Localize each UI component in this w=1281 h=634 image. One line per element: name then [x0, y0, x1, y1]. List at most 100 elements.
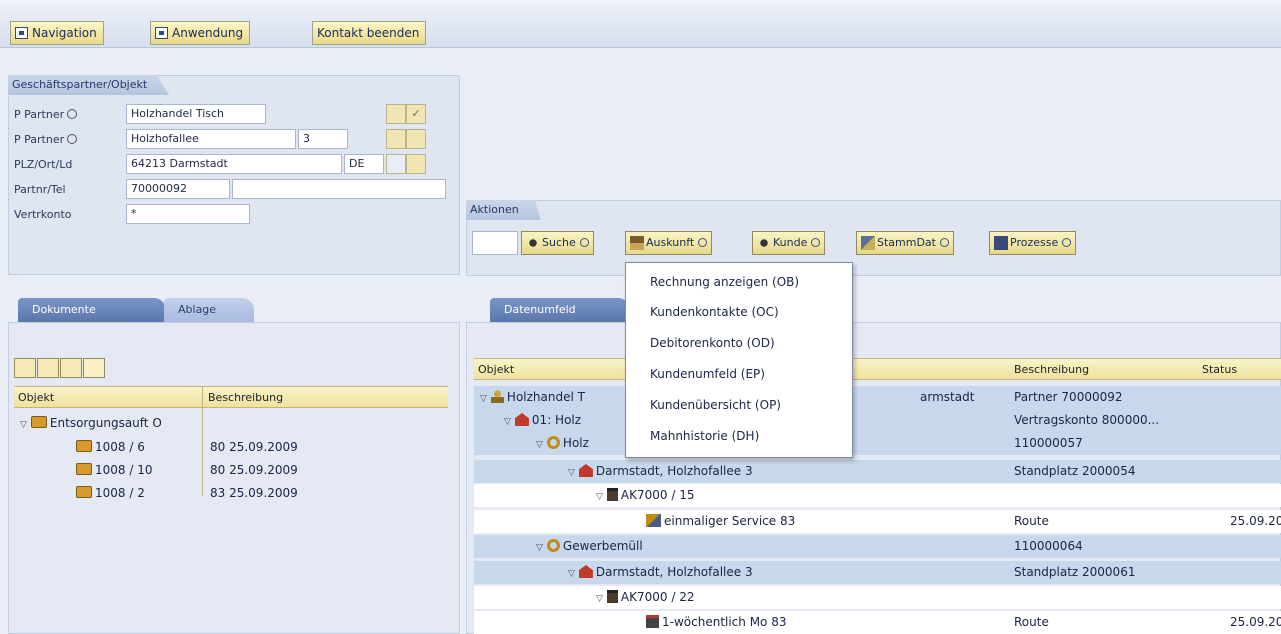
stammdat-button[interactable]: StammDat: [856, 231, 954, 255]
column-beschreibung: Beschreibung: [1014, 363, 1090, 376]
menu-item-debitorenkonto[interactable]: Debitorenkonto (OD): [650, 336, 775, 350]
partner-panel-title: Geschäftspartner/Objekt: [8, 75, 170, 95]
column-objekt: Objekt: [18, 391, 55, 404]
truck-icon: [76, 486, 92, 498]
contract-icon: [546, 539, 560, 552]
table-row[interactable]: 1-wöchentlich Mo 83 Route 25.09.20: [474, 611, 1281, 634]
partner-label: P Partner: [14, 108, 78, 121]
application-icon: [155, 26, 168, 39]
expand-icon[interactable]: ▽: [536, 440, 543, 450]
location-icon: [578, 464, 593, 477]
master-data-icon: [861, 236, 875, 250]
menu-item-kundenumfeld[interactable]: Kundenumfeld (EP): [650, 367, 765, 381]
contract-icon: [546, 436, 560, 449]
process-icon: [994, 236, 1008, 250]
dropdown-icon: [811, 238, 821, 247]
column-beschreibung: Beschreibung: [208, 391, 284, 404]
waste-bin-icon: [606, 590, 618, 603]
anwendung-button[interactable]: Anwendung: [150, 21, 251, 45]
expand-icon[interactable]: ▽: [568, 468, 575, 478]
expand-icon[interactable]: ▽: [536, 543, 543, 553]
edit-icon[interactable]: [386, 129, 406, 149]
expand-icon[interactable]: ▽: [596, 594, 603, 604]
settings-icon[interactable]: [83, 358, 105, 378]
table-row[interactable]: ▽ Darmstadt, Holzhofallee 3 Standplatz 20…: [474, 561, 1281, 584]
house-number-field[interactable]: 3: [298, 129, 348, 149]
partner-name-field[interactable]: Holzhandel Tisch: [126, 104, 266, 124]
tab-dokumente[interactable]: Dokumente: [18, 298, 166, 322]
partner-tel-label: Partnr/Tel: [14, 183, 66, 196]
binoculars-icon: [526, 236, 540, 250]
vertragskonto-field[interactable]: *: [126, 204, 250, 224]
table-row[interactable]: ▽ AK7000 / 15: [474, 484, 1281, 507]
table-row[interactable]: ▽ Holzhandel T armstadt Partner 70000092: [474, 386, 1281, 409]
column-objekt: Objekt: [478, 363, 515, 376]
expand-icon[interactable]: ▽: [480, 394, 487, 404]
expand-icon[interactable]: ▽: [504, 417, 511, 427]
kunde-button[interactable]: Kunde: [752, 231, 826, 255]
auskunft-button[interactable]: Auskunft: [625, 231, 713, 255]
calendar-icon[interactable]: [37, 358, 59, 378]
expand-icon[interactable]: ▽: [20, 420, 27, 430]
partner-street-label: P Partner: [14, 133, 78, 146]
column-status: Status: [1202, 363, 1238, 376]
table-row[interactable]: 1008 / 2 83 25.09.2009: [14, 482, 448, 505]
check-icon[interactable]: ✓: [406, 104, 426, 124]
schedule-icon: [646, 615, 659, 628]
menu-item-mahnhistorie[interactable]: Mahnhistorie (DH): [650, 429, 759, 443]
expand-icon[interactable]: ▽: [596, 492, 603, 502]
tab-ablage[interactable]: Ablage: [164, 298, 254, 322]
prozesse-button[interactable]: Prozesse: [989, 231, 1077, 255]
kontakt-beenden-button[interactable]: Kontakt beenden: [312, 21, 427, 45]
table-row[interactable]: ▽ Darmstadt, Holzhofallee 3 Standplatz 20…: [474, 460, 1281, 483]
action-input[interactable]: [472, 231, 518, 255]
actions-panel-title: Aktionen: [466, 200, 541, 220]
menu-item-kundenkontakte[interactable]: Kundenkontakte (OC): [650, 305, 779, 319]
street-field[interactable]: Holzhofallee: [126, 129, 296, 149]
country-field[interactable]: DE: [344, 154, 384, 174]
table-row[interactable]: ▽ Holz 110000057: [474, 432, 1281, 455]
filter-icon[interactable]: [60, 358, 82, 378]
table-row[interactable]: ▽ AK7000 / 22: [474, 586, 1281, 609]
waste-bin-icon: [606, 488, 618, 501]
partner-search-button[interactable]: [386, 104, 406, 124]
plz-ort-label: PLZ/Ort/Ld: [14, 158, 73, 171]
tab-datenumfeld[interactable]: Datenumfeld: [490, 298, 630, 322]
service-icon: [646, 514, 661, 527]
business-partner-icon: [490, 390, 504, 403]
datenumfeld-table-header: Objekt Beschreibung Status: [474, 358, 1281, 380]
dropdown-icon: [67, 134, 78, 144]
navigation-icon: [15, 26, 28, 39]
detail-button[interactable]: [406, 129, 426, 149]
location-icon: [578, 565, 593, 578]
truck-icon: [30, 416, 47, 428]
vertragskonto-label: Vertrkonto: [14, 208, 72, 221]
truck-icon: [76, 440, 92, 452]
telephone-field[interactable]: [232, 179, 446, 199]
documents-table-header: Objekt Beschreibung: [14, 386, 448, 408]
menu-item-kundenuebersicht[interactable]: Kundenübersicht (OP): [650, 398, 781, 412]
auskunft-dropdown-menu: Rechnung anzeigen (OB) Kundenkontakte (O…: [625, 262, 853, 458]
table-row[interactable]: einmaliger Service 83 Route 25.09.20: [474, 510, 1281, 533]
table-row[interactable]: ▽ Entsorgungsauft O: [14, 412, 448, 435]
document-icon[interactable]: [14, 358, 36, 378]
top-toolbar: Navigation Anwendung Kontakt beenden: [0, 0, 1281, 48]
dropdown-icon: [67, 109, 78, 119]
address-lookup-icon[interactable]: [386, 154, 406, 174]
address-button[interactable]: [406, 154, 426, 174]
table-row[interactable]: ▽ 01: Holz Vertragskonto 800000...: [474, 409, 1281, 432]
table-row[interactable]: 1008 / 10 80 25.09.2009: [14, 459, 448, 482]
expand-icon[interactable]: ▽: [568, 569, 575, 579]
menu-item-rechnung[interactable]: Rechnung anzeigen (OB): [650, 275, 799, 289]
plz-ort-field[interactable]: 64213 Darmstadt: [126, 154, 342, 174]
person-info-icon: [630, 236, 644, 250]
customer-search-icon: [757, 236, 771, 250]
partner-number-field[interactable]: 70000092: [126, 179, 230, 199]
table-row[interactable]: 1008 / 6 80 25.09.2009: [14, 436, 448, 459]
table-row[interactable]: ▽ Gewerbemüll 110000064: [474, 535, 1281, 558]
navigation-button[interactable]: Navigation: [10, 21, 104, 45]
dropdown-icon: [1062, 238, 1072, 247]
suche-button[interactable]: Suche: [521, 231, 594, 255]
contract-account-icon: [514, 413, 529, 426]
dropdown-icon: [940, 238, 949, 247]
